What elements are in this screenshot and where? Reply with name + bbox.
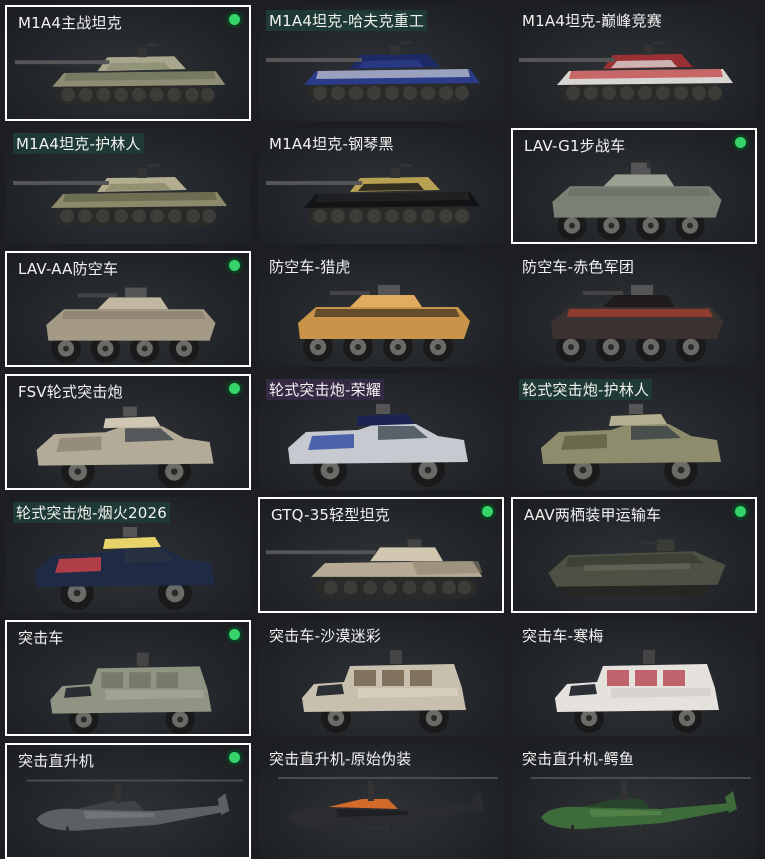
selected-check-icon bbox=[226, 257, 243, 274]
vehicle-skin-card[interactable]: 突击直升机-原始伪装 bbox=[258, 743, 504, 859]
vehicle-skin-card[interactable]: 突击直升机 bbox=[5, 743, 251, 859]
vehicle-lighttank-image bbox=[260, 521, 502, 611]
vehicle-apc-image bbox=[513, 152, 755, 242]
vehicle-aa-image bbox=[511, 273, 757, 365]
vehicle-tank-image bbox=[511, 27, 757, 119]
selected-check-icon bbox=[732, 134, 749, 151]
vehicle-tank-image bbox=[258, 150, 504, 242]
vehicle-skin-card[interactable]: AAV两栖装甲运输车 bbox=[511, 497, 757, 613]
vehicle-skin-card[interactable]: GTQ-35轻型坦克 bbox=[258, 497, 504, 613]
selected-check-icon bbox=[226, 626, 243, 643]
vehicle-skin-card[interactable]: M1A4坦克-护林人 bbox=[5, 128, 251, 244]
vehicle-heli-image bbox=[511, 765, 757, 857]
vehicle-heli-image bbox=[258, 765, 504, 857]
vehicle-skin-card[interactable]: M1A4坦克-巅峰竞赛 bbox=[511, 5, 757, 121]
vehicle-heli-image bbox=[7, 767, 249, 857]
vehicle-assault-image bbox=[258, 396, 504, 488]
vehicle-assault-image bbox=[511, 396, 757, 488]
vehicle-skin-card[interactable]: 突击车-寒梅 bbox=[511, 620, 757, 736]
vehicle-skin-card[interactable]: M1A4主战坦克 bbox=[5, 5, 251, 121]
vehicle-skin-card[interactable]: 突击直升机-鳄鱼 bbox=[511, 743, 757, 859]
vehicle-truck-image bbox=[511, 642, 757, 734]
selected-check-icon bbox=[226, 749, 243, 766]
vehicle-aa-image bbox=[258, 273, 504, 365]
vehicle-skin-card[interactable]: M1A4坦克-哈夫克重工 bbox=[258, 5, 504, 121]
vehicle-skin-card[interactable]: 轮式突击炮-护林人 bbox=[511, 374, 757, 490]
selected-check-icon bbox=[226, 380, 243, 397]
vehicle-skin-card[interactable]: 防空车-猎虎 bbox=[258, 251, 504, 367]
vehicle-assault-image bbox=[7, 398, 249, 488]
vehicle-tank-image bbox=[5, 150, 251, 242]
vehicle-tank-image bbox=[7, 29, 249, 119]
selected-check-icon bbox=[732, 503, 749, 520]
vehicle-skin-card[interactable]: 轮式突击炮-荣耀 bbox=[258, 374, 504, 490]
vehicle-skin-card[interactable]: FSV轮式突击炮 bbox=[5, 374, 251, 490]
vehicle-skin-card[interactable]: 防空车-赤色军团 bbox=[511, 251, 757, 367]
vehicle-amphib-image bbox=[513, 521, 755, 611]
vehicle-skin-grid: M1A4主战坦克 M1A4坦克-哈夫克重工 M1A4坦克-巅峰竞赛 M1A4坦克… bbox=[5, 5, 757, 859]
selected-check-icon bbox=[479, 503, 496, 520]
vehicle-truck-image bbox=[7, 644, 249, 734]
vehicle-aa-image bbox=[7, 275, 249, 365]
vehicle-truck-image bbox=[258, 642, 504, 734]
vehicle-tank-image bbox=[258, 27, 504, 119]
vehicle-skin-card[interactable]: 轮式突击炮-烟火2026 bbox=[5, 497, 251, 613]
vehicle-skin-card[interactable]: LAV-G1步战车 bbox=[511, 128, 757, 244]
vehicle-skin-card[interactable]: 突击车-沙漠迷彩 bbox=[258, 620, 504, 736]
vehicle-skin-card[interactable]: 突击车 bbox=[5, 620, 251, 736]
selected-check-icon bbox=[226, 11, 243, 28]
vehicle-skin-card[interactable]: M1A4坦克-钢琴黑 bbox=[258, 128, 504, 244]
vehicle-assault-image bbox=[5, 519, 251, 611]
vehicle-skin-card[interactable]: LAV-AA防空车 bbox=[5, 251, 251, 367]
